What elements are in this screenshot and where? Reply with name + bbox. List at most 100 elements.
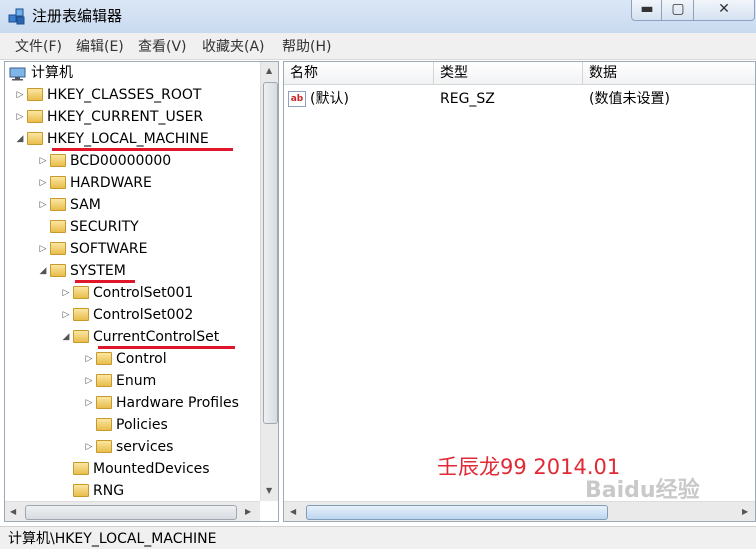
window-title: 注册表编辑器 — [32, 7, 123, 25]
tree-node-currentcontrolset[interactable]: ◢ CurrentControlSet — [59, 326, 220, 348]
scroll-thumb[interactable] — [263, 82, 278, 424]
scroll-right-arrow-icon[interactable]: ▶ — [742, 507, 748, 516]
scroll-thumb[interactable] — [306, 505, 608, 520]
list-horizontal-scrollbar[interactable]: ◀ ▶ — [284, 501, 755, 521]
scroll-up-arrow-icon[interactable]: ▲ — [266, 66, 272, 75]
tree-node-mounteddevices[interactable]: MountedDevices — [59, 458, 210, 480]
tree-node-label: HARDWARE — [70, 175, 152, 191]
tree-node-rng[interactable]: RNG — [59, 480, 124, 502]
baidu-watermark: Baidu经验 — [585, 478, 700, 503]
folder-icon — [73, 462, 89, 475]
tree-node-hkcu[interactable]: ▷ HKEY_CURRENT_USER — [13, 106, 204, 128]
minimize-button[interactable]: ▬ — [631, 0, 663, 21]
tree-node-software[interactable]: ▷ SOFTWARE — [36, 238, 148, 260]
tree-node-security[interactable]: SECURITY — [36, 216, 139, 238]
tree-node-hkcr[interactable]: ▷ HKEY_CLASSES_ROOT — [13, 84, 202, 106]
folder-icon — [73, 308, 89, 321]
string-value-icon: ab — [288, 91, 306, 107]
regedit-app-icon — [7, 6, 27, 26]
folder-open-icon — [27, 132, 43, 145]
tree-horizontal-scrollbar[interactable]: ◀ ▶ — [5, 501, 260, 521]
expand-icon[interactable]: ▷ — [82, 348, 96, 370]
folder-icon — [73, 484, 89, 497]
tree-node-services[interactable]: ▷ services — [82, 436, 174, 458]
registry-tree-pane[interactable]: 计算机 ▷ HKEY_CLASSES_ROOT ▷ HKEY_CURRENT_USE… — [4, 61, 279, 522]
tree-node-label: BCD00000000 — [70, 153, 172, 169]
column-divider[interactable] — [433, 62, 434, 84]
tree-root-computer[interactable]: 计算机 — [9, 62, 73, 84]
expand-icon[interactable]: ▷ — [82, 370, 96, 392]
status-path: 计算机\HKEY_LOCAL_MACHINE — [8, 531, 217, 547]
tree-root-label: 计算机 — [31, 65, 73, 81]
expand-icon[interactable]: ▷ — [59, 282, 73, 304]
scroll-down-arrow-icon[interactable]: ▼ — [266, 486, 272, 495]
folder-icon — [50, 154, 66, 167]
expand-icon[interactable]: ▷ — [13, 106, 27, 128]
column-header-data[interactable]: 数据 — [589, 65, 617, 81]
tree-node-label: SYSTEM — [70, 263, 126, 279]
scroll-right-arrow-icon[interactable]: ▶ — [245, 507, 251, 516]
value-type-cell[interactable]: REG_SZ — [440, 90, 495, 108]
folder-icon — [96, 374, 112, 387]
expand-icon[interactable]: ▷ — [82, 392, 96, 414]
tree-node-hardware[interactable]: ▷ HARDWARE — [36, 172, 152, 194]
folder-icon — [73, 286, 89, 299]
registry-values-pane[interactable]: 名称 类型 数据 ab (默认) REG_SZ (数值未设置) ◀ ▶ — [283, 61, 756, 522]
folder-icon — [27, 110, 43, 123]
tree-node-label: SAM — [70, 197, 101, 213]
tree-node-hklm[interactable]: ◢ HKEY_LOCAL_MACHINE — [13, 128, 209, 150]
column-header-type[interactable]: 类型 — [440, 65, 468, 81]
scroll-thumb[interactable] — [25, 505, 237, 520]
folder-icon — [96, 440, 112, 453]
tree-vertical-scrollbar[interactable]: ▲ ▼ — [260, 62, 278, 501]
column-divider[interactable] — [582, 62, 583, 84]
tree-node-label: RNG — [93, 483, 125, 499]
maximize-button[interactable]: ▢ — [661, 0, 695, 21]
tree-node-control[interactable]: ▷ Control — [82, 348, 167, 370]
tree-node-label: Enum — [116, 373, 157, 389]
tree-node-label: HKEY_CURRENT_USER — [47, 109, 204, 125]
expand-icon[interactable]: ▷ — [59, 304, 73, 326]
folder-icon — [27, 88, 43, 101]
expand-icon[interactable]: ▷ — [36, 194, 50, 216]
author-annotation: 壬辰龙99 2014.01 — [437, 455, 621, 479]
tree-node-system[interactable]: ◢ SYSTEM — [36, 260, 126, 282]
menu-edit[interactable]: 编辑(E) — [76, 38, 124, 56]
value-data-cell[interactable]: (数值未设置) — [589, 90, 670, 108]
expand-icon[interactable]: ▷ — [36, 238, 50, 260]
folder-icon — [96, 352, 112, 365]
expand-icon[interactable]: ▷ — [82, 436, 96, 458]
menu-help[interactable]: 帮助(H) — [282, 38, 331, 56]
collapse-icon[interactable]: ◢ — [36, 260, 50, 282]
tree-node-label: Control — [116, 351, 167, 367]
close-button[interactable]: ✕ — [693, 0, 755, 21]
menu-file[interactable]: 文件(F) — [15, 38, 62, 56]
collapse-icon[interactable]: ◢ — [13, 128, 27, 150]
tree-node-hardware-profiles[interactable]: ▷ Hardware Profiles — [82, 392, 239, 414]
scroll-left-arrow-icon[interactable]: ◀ — [10, 507, 16, 516]
folder-icon — [50, 242, 66, 255]
scroll-left-arrow-icon[interactable]: ◀ — [290, 507, 296, 516]
menu-view[interactable]: 查看(V) — [138, 38, 187, 56]
folder-icon — [50, 198, 66, 211]
tree-node-bcd[interactable]: ▷ BCD00000000 — [36, 150, 172, 172]
tree-node-sam[interactable]: ▷ SAM — [36, 194, 101, 216]
expand-icon[interactable]: ▷ — [36, 150, 50, 172]
tree-node-controlset001[interactable]: ▷ ControlSet001 — [59, 282, 194, 304]
tree-node-controlset002[interactable]: ▷ ControlSet002 — [59, 304, 194, 326]
tree-node-label: services — [116, 439, 174, 455]
collapse-icon[interactable]: ◢ — [59, 326, 73, 348]
tree-node-label: SOFTWARE — [70, 241, 148, 257]
folder-icon — [50, 220, 66, 233]
column-header-name[interactable]: 名称 — [290, 65, 318, 81]
expand-icon[interactable]: ▷ — [36, 172, 50, 194]
computer-icon — [9, 66, 27, 81]
tree-node-label: Policies — [116, 417, 168, 433]
expand-icon[interactable]: ▷ — [13, 84, 27, 106]
menu-favorites[interactable]: 收藏夹(A) — [202, 38, 265, 56]
folder-open-icon — [50, 264, 66, 277]
tree-node-enum[interactable]: ▷ Enum — [82, 370, 157, 392]
tree-node-label: ControlSet001 — [93, 285, 194, 301]
tree-node-policies[interactable]: Policies — [82, 414, 168, 436]
value-name-cell[interactable]: (默认) — [310, 90, 349, 108]
